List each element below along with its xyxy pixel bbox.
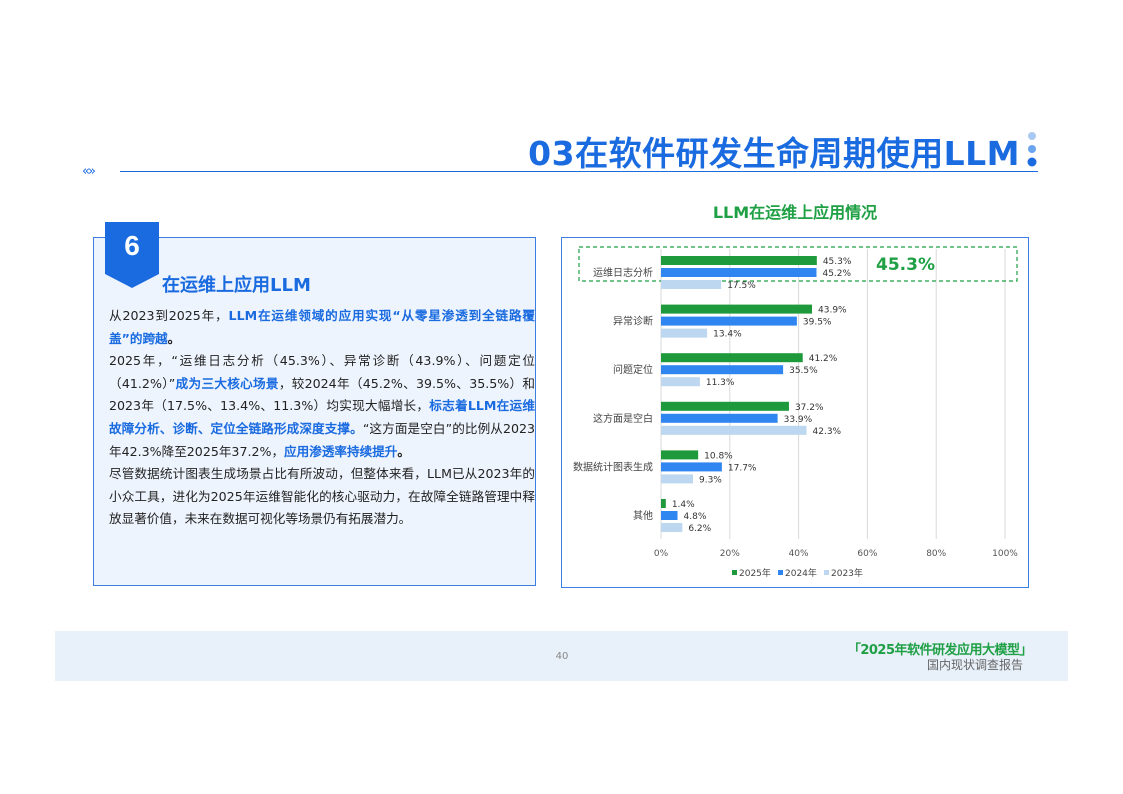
bar-2023年 (661, 474, 693, 484)
data-label: 10.8% (704, 451, 733, 461)
legend-swatch (732, 570, 737, 575)
footer-subtitle: 国内现状调查报告 (926, 658, 1023, 672)
category-label: 其他 (633, 509, 653, 522)
category-label: 异常诊断 (613, 315, 653, 328)
bar-2024年 (661, 413, 778, 423)
data-label: 17.7% (728, 463, 757, 473)
chart-title: LLM在运维上应用情况 (712, 203, 878, 222)
data-label: 45.3% (823, 257, 852, 267)
bar-2025年 (661, 304, 813, 314)
page-number: 40 (555, 651, 569, 662)
legend-label: 2024年 (785, 567, 817, 579)
page-title: 03在软件研发生命周期使用LLM (528, 134, 1020, 173)
data-label: 33.9% (784, 415, 813, 425)
bar-2025年 (661, 450, 699, 460)
x-tick-label: 80% (926, 549, 946, 559)
bar-2024年 (661, 511, 678, 520)
bar-2024年 (661, 268, 817, 277)
data-label: 13.4% (713, 330, 742, 340)
bar-2024年 (661, 462, 722, 472)
section-heading: 在运维上应用LLM (162, 275, 311, 296)
legend-swatch (778, 570, 783, 575)
body-text-segment: 。 (397, 443, 410, 459)
data-label: 37.2% (795, 403, 824, 413)
body-text-segment: 尽管数据统计图表生成场景占比有所波动，但整体来看，LLM已从2023年的小众工具… (109, 466, 535, 527)
highlight-text: 应用渗透率持续提升 (284, 443, 398, 459)
bar-2025年 (661, 256, 817, 265)
x-tick-label: 20% (720, 549, 740, 559)
header-divider (120, 171, 1038, 172)
x-tick-label: 40% (789, 549, 809, 559)
highlight-value: 45.3% (876, 255, 935, 275)
bar-2023年 (661, 425, 807, 435)
data-label: 9.3% (699, 475, 722, 485)
body-paragraph: 尽管数据统计图表生成场景占比有所波动，但整体来看，LLM已从2023年的小众工具… (109, 463, 535, 531)
bar-2025年 (661, 499, 666, 508)
category-label: 运维日志分析 (593, 266, 653, 279)
bar-2025年 (661, 401, 789, 411)
bar-2023年 (661, 523, 683, 532)
body-paragraph: 从2023到2025年，LLM在运维领域的应用实现“从零星渗透到全链路覆盖”的跨… (109, 305, 535, 350)
section-number: 6 (124, 230, 140, 261)
bar-2023年 (661, 377, 700, 387)
body-text: 从2023到2025年，LLM在运维领域的应用实现“从零星渗透到全链路覆盖”的跨… (109, 305, 535, 531)
bar-2023年 (661, 280, 722, 289)
body-paragraph: 2025年，“运维日志分析（45.3%）、异常诊断（43.9%）、问题定位（41… (109, 350, 535, 463)
legend-label: 2025年 (739, 567, 771, 579)
bar-2023年 (661, 328, 708, 338)
legend-swatch (824, 570, 829, 575)
title-dots-icon (1027, 132, 1037, 167)
body-text-segment: 从2023到2025年， (109, 308, 229, 323)
data-label: 1.4% (672, 500, 695, 510)
category-label: 问题定位 (613, 363, 653, 376)
data-label: 17.5% (727, 281, 756, 291)
nav-arrows-icon[interactable]: «» (82, 164, 96, 179)
x-tick-label: 100% (992, 549, 1018, 559)
data-label: 45.2% (822, 269, 851, 279)
data-label: 11.3% (706, 378, 735, 388)
category-label: 数据统计图表生成 (573, 460, 653, 473)
body-text-segment: 。 (167, 330, 181, 346)
bar-2025年 (661, 353, 803, 363)
data-label: 39.5% (803, 318, 832, 328)
bar-2024年 (661, 316, 797, 326)
bar-chart: 0% 20% 40% 60% 80% 100% 45.3% 运维日志分析 45.3% 45.2% 1… (573, 246, 1018, 579)
category-label: 这方面是空白 (593, 412, 653, 425)
data-label: 6.2% (688, 524, 711, 534)
x-tick-label: 0% (654, 549, 669, 559)
x-tick-label: 60% (857, 549, 877, 559)
data-label: 35.5% (789, 366, 818, 376)
data-label: 42.3% (813, 427, 842, 437)
data-label: 41.2% (809, 354, 838, 364)
bar-2024年 (661, 365, 784, 375)
data-label: 43.9% (818, 306, 847, 316)
legend-label: 2023年 (831, 567, 863, 579)
highlight-text: 成为三大核心场景 (175, 375, 279, 391)
data-label: 4.8% (684, 512, 707, 522)
